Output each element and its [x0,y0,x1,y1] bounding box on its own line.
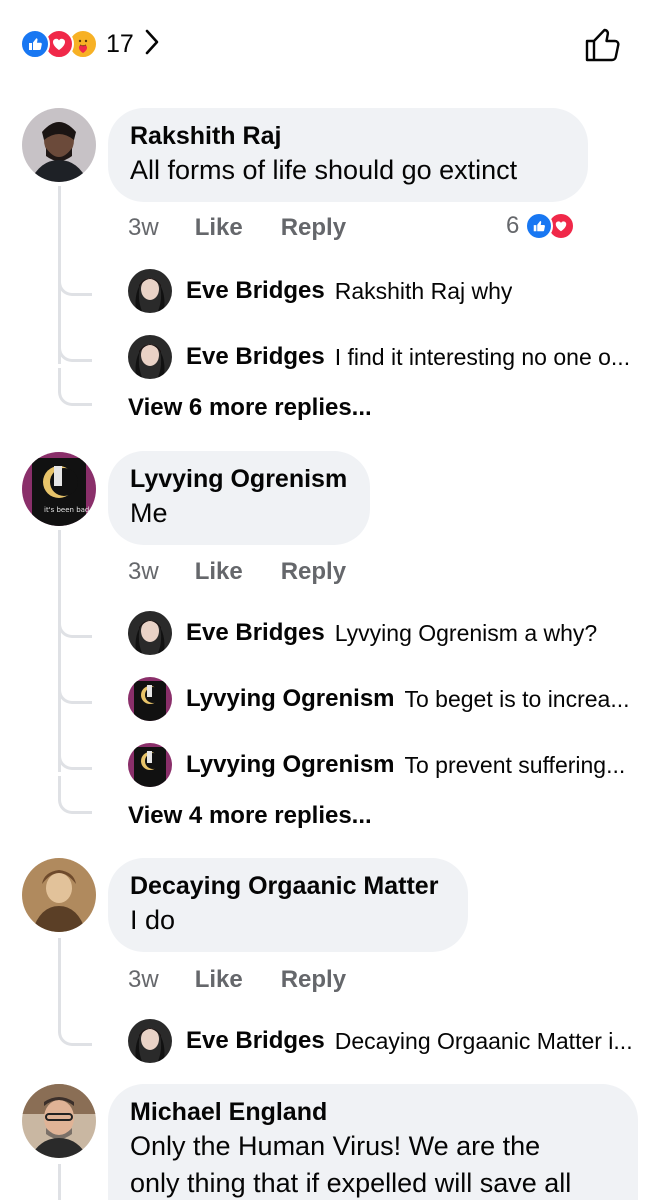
reply-text: Rakshith Raj why [334,277,513,304]
comment-bubble[interactable]: Michael England Only the Human Virus! We… [108,1084,638,1200]
reply-item[interactable]: Lyvying Ogrenism To beget is to increa..… [128,677,648,721]
reply-text: Decaying Orgaanic Matter i... [334,1027,633,1054]
avatar[interactable] [128,1019,172,1063]
avatar[interactable] [22,108,96,182]
avatar[interactable] [22,1084,96,1158]
reply-button[interactable]: Reply [281,558,346,586]
like-button[interactable]: Like [195,966,243,994]
comment-text-line: only thing that if expelled will save al… [130,1168,572,1198]
thread-line [58,1164,61,1200]
avatar[interactable] [128,611,172,655]
comment-text: Me [130,498,168,528]
comment-actions: 3w Like Reply [128,966,346,994]
comment-time[interactable]: 3w [128,214,159,242]
like-post-button[interactable] [583,24,623,69]
reply-author[interactable]: Eve Bridges [186,277,325,305]
thumbs-up-outline-icon [585,28,620,62]
reactions-header: 17 [0,0,659,90]
reply-text: To prevent suffering... [404,751,626,778]
comment-reaction-count: 6 [506,212,520,239]
comment-bubble[interactable]: Decaying Orgaanic Matter I do [108,858,468,952]
thread-branch [58,258,92,296]
reply-button[interactable]: Reply [281,966,346,994]
avatar[interactable] [128,743,172,787]
comment-actions: 3w Like Reply [128,214,346,242]
reply-button[interactable]: Reply [281,214,346,242]
reply-author[interactable]: Eve Bridges [186,1027,325,1055]
thread-line [58,938,61,1008]
reply-author[interactable]: Eve Bridges [186,343,325,371]
comment-bubble[interactable]: Lyvying Ogrenism Me [108,451,370,545]
reply-item[interactable]: Lyvying Ogrenism To prevent suffering... [128,743,648,787]
comment-reactions[interactable]: 6 [506,212,576,240]
comment-text: All forms of life should go extinct [130,155,518,185]
reply-item[interactable]: Eve Bridges Rakshith Raj why [128,269,648,313]
reaction-count: 17 [106,29,134,58]
thread-branch [58,368,92,406]
chevron-right-icon[interactable] [144,28,160,61]
thread-branch [58,600,92,638]
comment-actions: 3w Like Reply [128,558,346,586]
like-icon [525,212,554,240]
reply-text: Lyvying Ogrenism a why? [334,619,598,646]
reply-text: I find it interesting no one o... [334,343,631,370]
reply-author[interactable]: Lyvying Ogrenism [186,685,395,713]
comments-screen: 17 Rakshith Raj All forms of life should… [0,0,659,1200]
reply-item[interactable]: Eve Bridges Decaying Orgaanic Matter i..… [128,1019,648,1063]
reply-author[interactable]: Lyvying Ogrenism [186,751,395,779]
reply-item[interactable]: Eve Bridges I find it interesting no one… [128,335,648,379]
thread-branch [58,1008,92,1046]
reply-item[interactable]: Eve Bridges Lyvying Ogrenism a why? [128,611,648,655]
reply-text: To beget is to increa... [404,685,630,712]
avatar[interactable] [128,269,172,313]
avatar[interactable] [22,858,96,932]
like-button[interactable]: Like [195,558,243,586]
comment-author[interactable]: Decaying Orgaanic Matter [130,870,446,902]
reply-author[interactable]: Eve Bridges [186,619,325,647]
comment-author[interactable]: Rakshith Raj [130,120,566,152]
comment-time[interactable]: 3w [128,966,159,994]
avatar[interactable] [128,335,172,379]
svg-text:it's been bad: it's been bad [44,506,89,514]
view-more-replies[interactable]: View 6 more replies... [128,394,372,422]
avatar[interactable]: it's been bad [22,452,96,526]
comment-text-line: Only the Human Virus! We are the [130,1131,541,1161]
like-button[interactable]: Like [195,214,243,242]
avatar[interactable] [128,677,172,721]
comment-author[interactable]: Lyvying Ogrenism [130,463,348,495]
thread-branch [58,666,92,704]
reactions-summary[interactable]: 17 [20,28,160,60]
view-more-replies[interactable]: View 4 more replies... [128,802,372,830]
thread-branch [58,776,92,814]
thread-branch [58,324,92,362]
comment-time[interactable]: 3w [128,558,159,586]
thread-branch [58,732,92,770]
comment-text: I do [130,905,176,935]
like-icon [20,29,50,59]
comment-author[interactable]: Michael England [130,1096,616,1128]
comment-bubble[interactable]: Rakshith Raj All forms of life should go… [108,108,588,202]
